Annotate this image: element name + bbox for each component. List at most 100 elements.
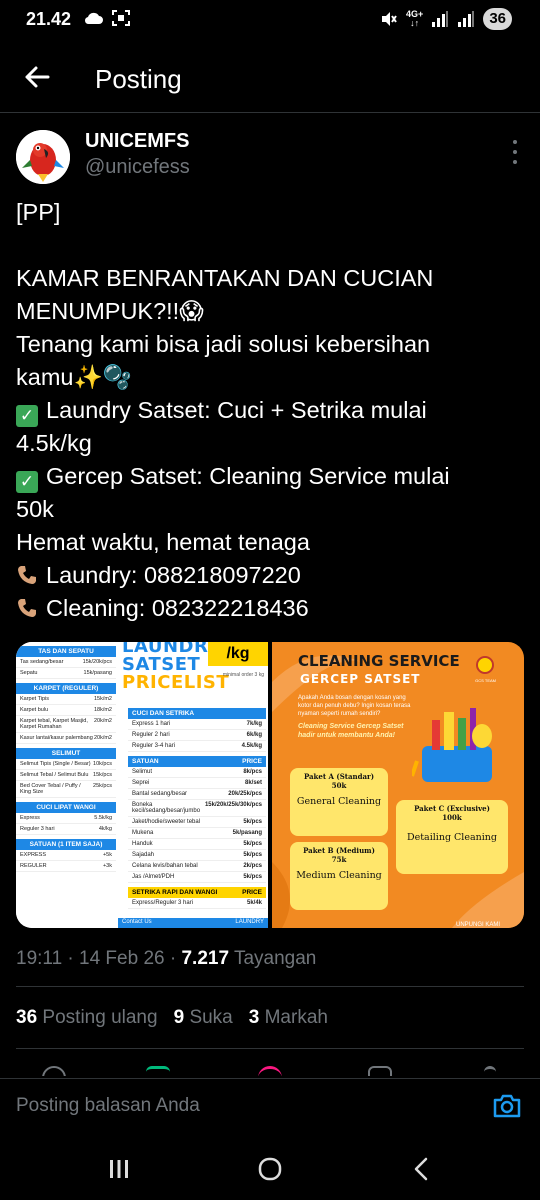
system-back-button[interactable] <box>406 1154 436 1184</box>
pricelist-row: Reguler 2 hari 6k/kg <box>128 730 266 741</box>
package-a-price: 50k <box>331 781 347 790</box>
package-c-label: Detailing Cleaning <box>406 832 497 843</box>
mute-icon <box>382 12 397 26</box>
post-line: [PP] <box>16 199 61 225</box>
back-button[interactable] <box>22 62 52 92</box>
home-button[interactable] <box>255 1154 285 1184</box>
reply-bar <box>0 1078 540 1134</box>
network-type: 4G+ ↓↑ <box>406 9 424 28</box>
media-image-laundry-pricelist[interactable]: TAS DAN SEPATU Tas sedang/besar 15k/20k/p… <box>16 642 268 928</box>
package-b-price: 75k <box>331 855 347 864</box>
pricelist-row: Seprei 8k/set <box>128 778 266 789</box>
page-title: Posting <box>95 64 182 94</box>
pricelist-section: TAS DAN SEPATU <box>16 646 116 657</box>
post-blank-line <box>16 229 526 262</box>
pricelist-row: Handuk 5k/pcs <box>128 839 266 850</box>
author-display-name[interactable]: UNICEMFS <box>85 130 189 153</box>
pricelist-row: REGULER +3k <box>16 861 116 872</box>
camera-button[interactable] <box>492 1091 522 1121</box>
pricelist-row: Boneka kecil/sedang/besar/jumbo 15k/20k/2… <box>128 800 266 817</box>
stats-divider <box>16 1048 524 1049</box>
bookmarks-stat[interactable]: 3 Markah <box>249 1007 328 1029</box>
package-a-label: General Cleaning <box>296 796 382 807</box>
post-actions-row <box>0 1064 540 1076</box>
post-line: kamu✨🫧 <box>16 364 132 390</box>
reply-action-icon[interactable] <box>42 1066 66 1076</box>
cleaning-description: Apakah Anda bosan dengan kosan yang koto… <box>298 695 411 717</box>
post-timestamp-views: 19:11 · 14 Feb 26 · 7.217 Tayangan <box>16 948 316 970</box>
reposts-stat[interactable]: 36 Posting ulang <box>16 1007 158 1029</box>
package-c-name: Paket C (Exclusive) <box>414 804 490 813</box>
pricelist-row: Sepatu 15k/pasang <box>16 668 116 679</box>
status-right-icons: 4G+ ↓↑ 36 <box>380 8 512 30</box>
repost-action-icon[interactable] <box>146 1066 170 1076</box>
post-line: 50k <box>16 496 54 522</box>
package-a-name: Paket A (Standar) <box>303 772 375 781</box>
cloud-icon <box>84 12 103 25</box>
phone-icon <box>18 599 36 617</box>
cleaning-tagline: Cleaning Service Gercep Satset hadir unt… <box>298 723 404 739</box>
pricelist-row: Sajadah 5k/pcs <box>128 850 266 861</box>
pricelist-footer: Contact Us LAUNDRY <box>118 918 268 928</box>
reply-input[interactable] <box>16 1095 456 1117</box>
post-line: Tenang kami bisa jadi solusi kebersihan <box>16 331 431 357</box>
status-time: 21.42 <box>26 9 72 29</box>
pricelist-section: CUCI LIPAT WANGI <box>16 802 116 813</box>
cleaning-subtitle: GERCEP SATSET <box>300 672 421 686</box>
post-line: Cleaning: 082322218436 <box>16 592 526 625</box>
pricelist-row: EXPRESS +5k <box>16 850 116 861</box>
top-app-bar: Posting <box>0 50 540 110</box>
cleaning-basket-icon <box>412 708 492 782</box>
package-b-card: Paket B (Medium) 75k Medium Cleaning <box>290 842 388 910</box>
more-vertical-icon <box>513 140 517 144</box>
pricelist-section: SATUAN PRICE <box>128 756 266 767</box>
pricelist-row: Bed Cover Tebal / Puffy / King Size 25k/p… <box>16 781 116 798</box>
header-divider <box>0 112 540 113</box>
pricelist-row: Mukena 5k/pasang <box>128 828 266 839</box>
share-action-icon[interactable] <box>484 1066 496 1076</box>
like-action-icon[interactable] <box>258 1066 282 1076</box>
pricelist-row: Kasur lantai/kasur palembang 20k/m2 <box>16 733 116 744</box>
bookmark-action-icon[interactable] <box>368 1066 392 1076</box>
signal-icon-1 <box>432 11 449 27</box>
avatar[interactable] <box>16 130 70 184</box>
home-circle-icon <box>258 1157 282 1181</box>
phone-icon <box>18 566 36 584</box>
gcs-logo-icon <box>476 656 494 674</box>
pricelist-row: Bantal sedang/besar 20k/25k/pcs <box>128 789 266 800</box>
media-image-cleaning-service[interactable]: CLEANING SERVICE GERCEP SATSET GCS TEAM … <box>272 642 524 928</box>
likes-stat[interactable]: 9 Suka <box>174 1007 233 1029</box>
post-line: Laundry: 088218097220 <box>16 559 526 592</box>
battery-indicator: 36 <box>483 8 512 30</box>
pricelist-row: Express 1 hari 7k/kg <box>128 719 266 730</box>
pricelist-row: Express/Reguler 3 hari 5k/4k <box>128 898 266 909</box>
post-text: [PP] KAMAR BENRANTAKAN DAN CUCIAN MENUMP… <box>16 196 526 625</box>
cleaning-title: CLEANING SERVICE <box>298 652 460 670</box>
pricelist-section: KARPET (REGULER) <box>16 683 116 694</box>
pricelist-row: Reguler 3-4 hari 4.5k/kg <box>128 741 266 752</box>
post-timestamp: 19:11 · 14 Feb 26 · <box>16 948 182 969</box>
recent-apps-icon <box>110 1160 128 1178</box>
post-line: ✓ Gercep Satset: Cleaning Service mulai <box>16 460 526 493</box>
pricelist-row: Jas /Almet/PDH 5k/pcs <box>128 872 266 883</box>
post-line: KAMAR BENRANTAKAN DAN CUCIAN <box>16 265 434 291</box>
pricelist-row: Celana levis/bahan tebal 2k/pcs <box>128 861 266 872</box>
recent-apps-button[interactable] <box>104 1154 134 1184</box>
pricelist-row: Selimut 8k/pcs <box>128 767 266 778</box>
pricelist-section: SELIMUT <box>16 748 116 759</box>
pricelist-row: Selimut Tipis (Single / Besar) 10k/pcs <box>16 759 116 770</box>
cleaning-footer: UNPUNGI KAMI <box>455 922 500 928</box>
screenshot-icon <box>112 10 130 26</box>
pricelist-row: Express 5.5k/kg <box>16 813 116 824</box>
pricelist-row: Reguler 3 hari 4k/kg <box>16 824 116 835</box>
views-count: 7.217 <box>181 948 230 969</box>
author-handle[interactable]: @unicefess <box>85 156 190 179</box>
more-options-button[interactable] <box>510 140 520 164</box>
post-line: ✓ Laundry Satset: Cuci + Setrika mulai <box>16 394 526 427</box>
post-media: TAS DAN SEPATU Tas sedang/besar 15k/20k/p… <box>16 642 524 928</box>
pricelist-section: SATUAN (1 ITEM SAJA) <box>16 839 116 850</box>
meta-divider <box>16 986 524 987</box>
post-line: 4.5k/kg <box>16 430 92 456</box>
camera-icon <box>493 1094 521 1118</box>
pricelist-row: Karpet bulu 18k/m2 <box>16 705 116 716</box>
